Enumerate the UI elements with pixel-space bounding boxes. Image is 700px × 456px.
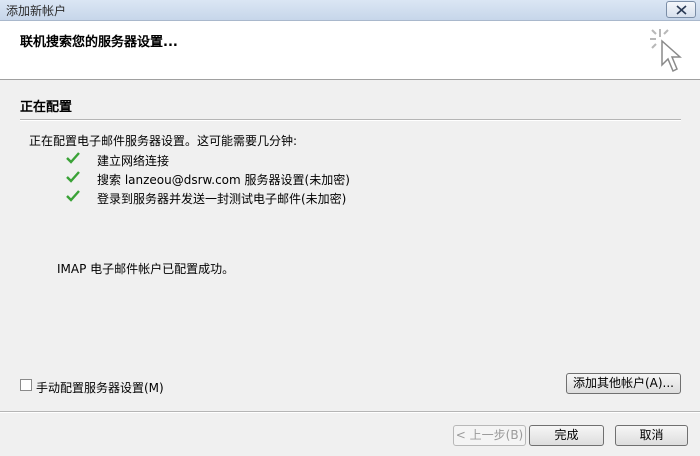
window-title: 添加新帐户 — [6, 4, 67, 18]
step-label: 建立网络连接 — [97, 154, 170, 168]
close-button[interactable] — [666, 1, 696, 18]
section-divider — [20, 119, 681, 121]
page-title: 联机搜索您的服务器设置... — [20, 35, 178, 50]
status-intro: 正在配置电子邮件服务器设置。这可能需要几分钟: — [29, 134, 298, 148]
manual-config-label[interactable]: 手动配置服务器设置(M) — [36, 379, 164, 396]
footer-divider — [0, 411, 700, 413]
cancel-button[interactable]: 取消 — [615, 425, 688, 446]
title-bar[interactable]: 添加新帐户 — [0, 0, 700, 21]
checkmark-icon — [66, 171, 80, 183]
add-account-dialog: 添加新帐户 联机搜索您的服务器设置... 正在配置 正在配置电子邮件服务器设置。… — [0, 0, 700, 456]
section-heading: 正在配置 — [20, 100, 73, 115]
cursor-sparkle-icon — [650, 29, 682, 73]
checkmark-icon — [66, 152, 80, 164]
add-other-account-button[interactable]: 添加其他帐户(A)... — [566, 373, 681, 394]
step-label: 登录到服务器并发送一封测试电子邮件(未加密) — [97, 192, 347, 206]
finish-button[interactable]: 完成 — [529, 425, 604, 446]
result-message: IMAP 电子邮件帐户已配置成功。 — [57, 262, 235, 276]
back-button[interactable]: < 上一步(B) — [453, 425, 526, 446]
close-icon — [676, 5, 687, 15]
checkbox-box[interactable] — [20, 379, 32, 391]
checkmark-icon — [66, 190, 80, 202]
wizard-header: 联机搜索您的服务器设置... — [0, 21, 700, 80]
step-label: 搜索 lanzeou@dsrw.com 服务器设置(未加密) — [97, 173, 350, 187]
